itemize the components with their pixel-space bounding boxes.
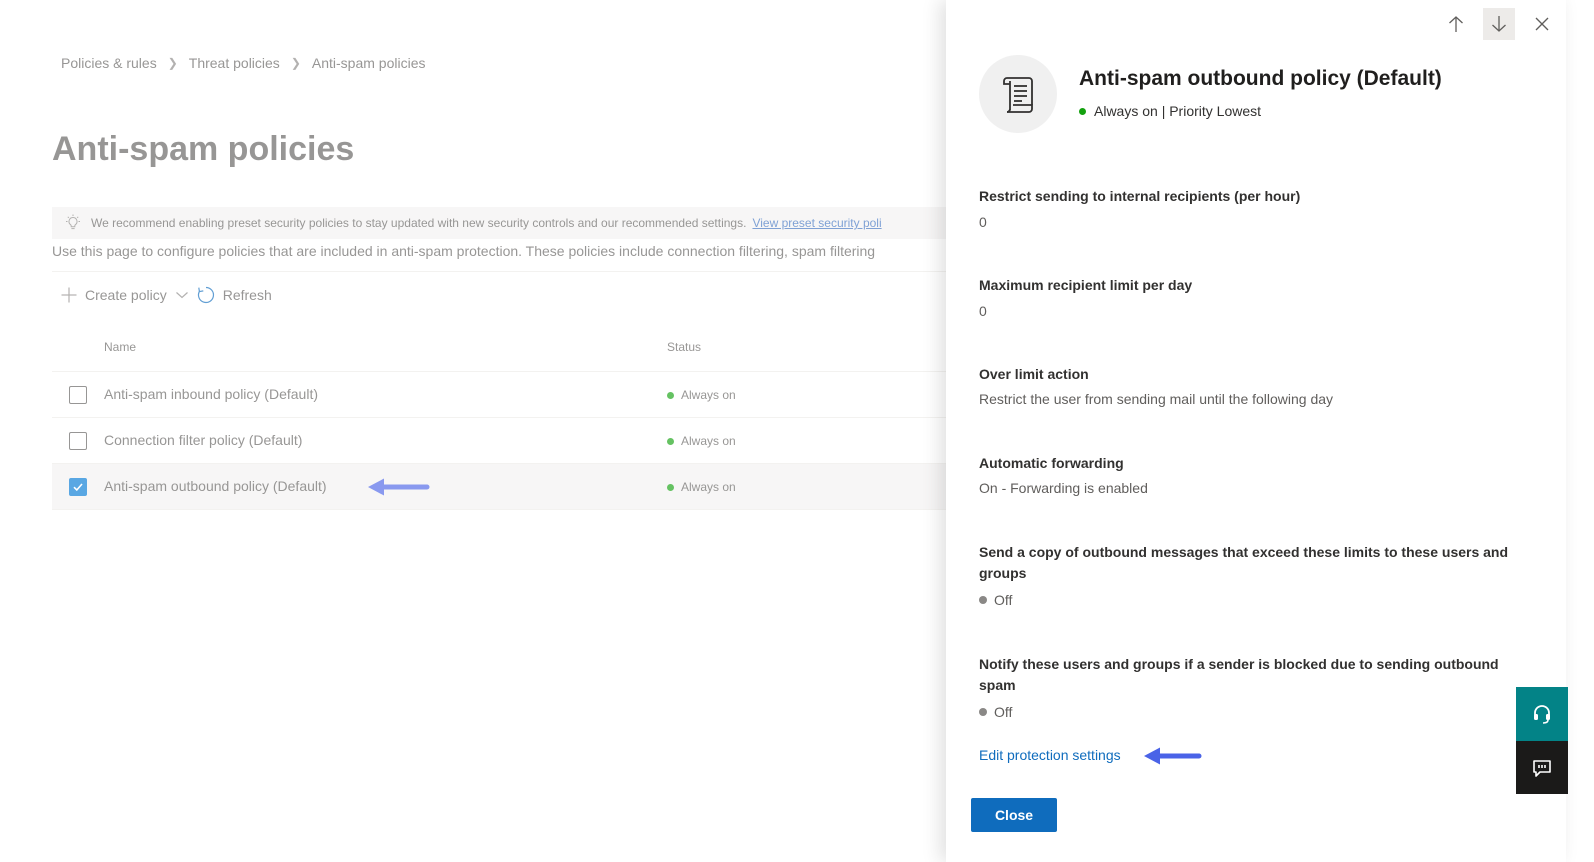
field-value-text: On - Forwarding is enabled	[979, 480, 1148, 496]
field-value-text: Restrict the user from sending mail unti…	[979, 391, 1334, 407]
field-value-text: Off	[994, 592, 1013, 608]
lightbulb-icon	[66, 214, 80, 230]
status-text: Always on	[681, 434, 736, 448]
status-dot-icon	[667, 437, 674, 445]
page-description: Use this page to configure policies that…	[52, 243, 876, 259]
policy-name[interactable]: Connection filter policy (Default)	[104, 432, 302, 448]
chevron-right-icon: ❯	[167, 56, 178, 70]
dismiss-panel-button[interactable]	[1526, 8, 1558, 40]
panel-status: Always on | Priority Lowest	[1079, 103, 1261, 119]
help-button[interactable]	[1516, 687, 1568, 741]
status-badge: Always on	[667, 480, 736, 494]
field-value-daily-limit: 0	[979, 303, 987, 319]
field-label-internal-recipients: Restrict sending to internal recipients …	[979, 188, 1301, 204]
checkmark-icon	[73, 483, 83, 492]
feedback-button[interactable]	[1516, 741, 1568, 794]
field-value-text: 0	[979, 303, 987, 319]
field-value-automatic-forwarding: On - Forwarding is enabled	[979, 480, 1148, 496]
field-label-daily-limit: Maximum recipient limit per day	[979, 277, 1193, 293]
status-dot-icon	[667, 483, 674, 491]
column-header-status[interactable]: Status	[667, 340, 701, 354]
annotation-arrow-icon	[368, 478, 430, 496]
divider	[52, 271, 960, 272]
field-label-over-limit-action: Over limit action	[979, 366, 1089, 382]
field-value-internal-recipients: 0	[979, 214, 987, 230]
next-item-button[interactable]	[1483, 8, 1515, 40]
refresh-label: Refresh	[222, 287, 272, 303]
policy-details-panel: Anti-spam outbound policy (Default) Alwa…	[946, 0, 1566, 862]
row-checkbox[interactable]	[69, 432, 87, 450]
status-dot-icon	[1079, 107, 1086, 115]
policies-page: Policies & rules ❯ Threat policies ❯ Ant…	[0, 0, 960, 862]
status-text: Always on	[681, 480, 736, 494]
field-value-notify-users: Off	[979, 704, 1012, 720]
column-header-name[interactable]: Name	[104, 340, 136, 354]
status-badge: Always on	[667, 388, 736, 402]
banner-text: We recommend enabling preset security po…	[91, 216, 747, 230]
breadcrumb-item-anti-spam-policies: Anti-spam policies	[311, 55, 426, 71]
chevron-right-icon: ❯	[290, 56, 301, 70]
status-off-dot-icon	[979, 708, 987, 716]
table-row[interactable]: Anti-spam inbound policy (Default) Alway…	[52, 372, 960, 418]
table-row[interactable]: Connection filter policy (Default) Alway…	[52, 418, 960, 464]
status-dot-icon	[667, 391, 674, 399]
status-text: Always on	[681, 388, 736, 402]
breadcrumb-item-threat-policies[interactable]: Threat policies	[189, 55, 280, 71]
policy-avatar	[979, 55, 1057, 133]
policy-name[interactable]: Anti-spam outbound policy (Default)	[104, 478, 327, 494]
arrow-up-icon	[1449, 16, 1463, 32]
previous-item-button[interactable]	[1440, 8, 1472, 40]
status-off-dot-icon	[979, 596, 987, 604]
annotation-arrow-icon	[1144, 747, 1202, 765]
close-button[interactable]: Close	[971, 798, 1057, 832]
toolbar: Create policy Refresh	[60, 285, 272, 305]
field-label-notify-users: Notify these users and groups if a sende…	[979, 656, 1499, 693]
table-row-selected[interactable]: Anti-spam outbound policy (Default) Alwa…	[52, 464, 960, 510]
field-label-copy-messages: Send a copy of outbound messages that ex…	[979, 544, 1509, 581]
close-icon	[1535, 17, 1549, 31]
status-badge: Always on	[667, 434, 736, 448]
view-preset-policies-link[interactable]: View preset security poli	[752, 216, 881, 230]
panel-status-text: Always on | Priority Lowest	[1094, 103, 1262, 119]
scroll-document-icon	[1003, 77, 1033, 113]
breadcrumb: Policies & rules ❯ Threat policies ❯ Ant…	[61, 55, 425, 71]
recommendation-banner: We recommend enabling preset security po…	[52, 207, 960, 239]
chevron-down-icon	[175, 292, 188, 299]
field-value-over-limit-action: Restrict the user from sending mail unti…	[979, 391, 1333, 407]
field-value-text: Off	[994, 704, 1013, 720]
edit-protection-settings-link[interactable]: Edit protection settings	[979, 747, 1121, 763]
headset-help-icon	[1534, 705, 1550, 724]
row-checkbox-checked[interactable]	[69, 478, 87, 496]
feedback-icon	[1533, 759, 1551, 777]
policy-name[interactable]: Anti-spam inbound policy (Default)	[104, 386, 318, 402]
add-icon	[61, 287, 77, 303]
field-value-copy-messages: Off	[979, 592, 1012, 608]
refresh-button[interactable]: Refresh	[196, 285, 272, 305]
create-policy-label: Create policy	[85, 287, 167, 303]
arrow-down-icon	[1492, 16, 1506, 32]
refresh-icon	[197, 286, 214, 304]
breadcrumb-item-policies-rules[interactable]: Policies & rules	[61, 55, 157, 71]
table-header: Name Status	[52, 330, 960, 372]
field-value-text: 0	[979, 214, 987, 230]
panel-title: Anti-spam outbound policy (Default)	[1079, 67, 1442, 90]
field-label-automatic-forwarding: Automatic forwarding	[979, 455, 1124, 471]
page-title: Anti-spam policies	[52, 130, 355, 168]
row-checkbox[interactable]	[69, 386, 87, 404]
create-policy-button[interactable]: Create policy	[60, 286, 196, 304]
